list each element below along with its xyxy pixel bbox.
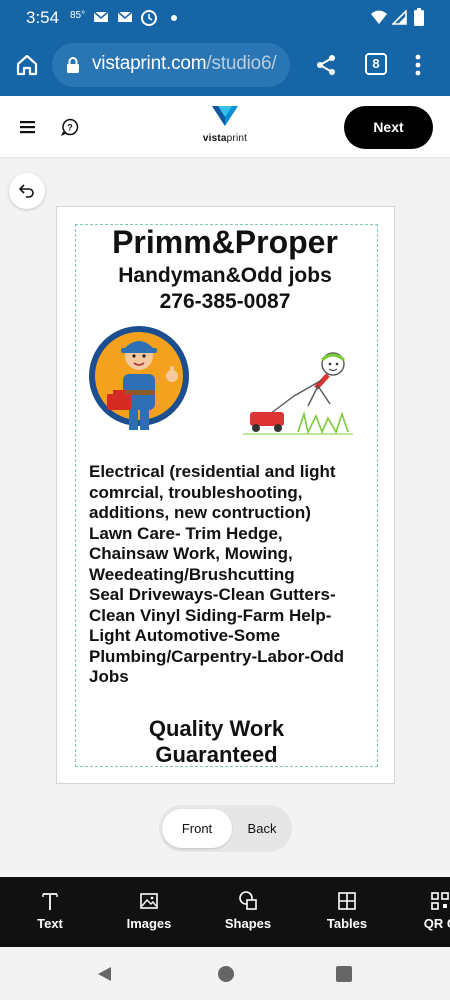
toolbar-label: QR C [423, 916, 450, 931]
help-icon[interactable]: ? [61, 118, 79, 136]
business-name-text[interactable]: Primm&Proper [0, 224, 450, 261]
home-icon[interactable] [15, 53, 39, 77]
toolbar-tables-button[interactable]: Tables [307, 877, 387, 947]
table-icon [338, 892, 356, 910]
recents-nav-icon[interactable] [335, 965, 353, 983]
services-line: Weedeating/Brushcutting [89, 564, 295, 584]
url-path: /studio6/ [206, 53, 277, 74]
text-icon [42, 893, 58, 910]
back-nav-icon[interactable] [95, 965, 113, 983]
system-nav-bar [0, 947, 450, 1000]
vistaprint-wordmark: vistaprint [190, 133, 260, 144]
editor-header: ? vistaprint Next [0, 96, 450, 158]
front-side-button[interactable]: Front [162, 809, 232, 848]
status-time: 3:54 [26, 8, 60, 27]
quality-guarantee-text[interactable]: Quality Work Guaranteed [0, 716, 433, 768]
services-line: Seal Driveways-Clean Gutters- [89, 585, 336, 604]
battery-icon [414, 8, 424, 26]
vistaprint-logo-icon [212, 106, 238, 126]
quality-line-2: Guaranteed [155, 742, 278, 767]
toolbar-label: Tables [326, 916, 368, 931]
status-temperature: 85° [70, 10, 86, 21]
cell-signal-icon [392, 10, 407, 25]
home-nav-icon[interactable] [216, 964, 236, 984]
toolbar-label: Text [37, 916, 63, 931]
services-line: additions, new contruction) [89, 503, 311, 522]
next-button[interactable]: Next [344, 106, 433, 149]
lawn-mower-image[interactable] [238, 344, 358, 444]
more-menu-icon[interactable] [413, 53, 423, 77]
toolbar-label: Shapes [224, 916, 272, 931]
hamburger-menu-icon[interactable] [20, 120, 36, 134]
toolbar-shapes-button[interactable]: Shapes [208, 877, 288, 947]
services-line: Plumbing/Carpentry-Labor-Odd [89, 646, 344, 666]
back-side-button[interactable]: Back [235, 809, 289, 848]
qr-code-icon [431, 892, 449, 910]
toolbar-qr-code-button[interactable]: QR C [400, 877, 450, 947]
address-url: vistaprint.com/studio6/ [92, 53, 277, 75]
clock-icon [141, 10, 157, 26]
toolbar-images-button[interactable]: Images [109, 877, 189, 947]
services-line: Clean Vinyl Siding-Farm Help- [89, 605, 332, 625]
image-icon [140, 893, 158, 909]
toolbar-label: Images [126, 916, 172, 931]
wifi-icon [371, 10, 387, 24]
handyman-image[interactable] [79, 316, 199, 436]
address-bar[interactable]: vistaprint.com/studio6/ [52, 43, 290, 87]
lock-icon [67, 57, 79, 73]
mail-icon [93, 11, 109, 22]
url-host: vistaprint.com [92, 53, 207, 74]
services-line: Chainsaw Work, Mowing, [89, 544, 293, 563]
phone-number-text[interactable]: 276-385-0087 [0, 290, 450, 314]
mail-icon-2 [117, 11, 133, 22]
services-line: Lawn Care- Trim Hedge, [89, 523, 283, 543]
logo-text-rest: print [226, 133, 248, 144]
undo-button[interactable] [9, 173, 45, 209]
services-line: Jobs [89, 667, 129, 686]
quality-line-1: Quality Work [148, 716, 285, 741]
browser-toolbar: vistaprint.com/studio6/ 8 [0, 36, 450, 96]
services-line: comrcial, troubleshooting, [89, 482, 303, 502]
side-toggle: Front Back [159, 805, 292, 852]
services-line: Light Automotive-Some [89, 626, 281, 645]
share-icon[interactable] [314, 53, 338, 77]
editor-toolbar: Text Images Shapes Tables QR C [0, 877, 450, 947]
status-bar: 3:54 85° [0, 0, 450, 36]
vistaprint-logo[interactable]: vistaprint [190, 104, 260, 144]
services-text[interactable]: Electrical (residential and light comrci… [89, 462, 364, 688]
svg-text:?: ? [67, 123, 73, 133]
business-subtitle-text[interactable]: Handyman&Odd jobs [0, 264, 450, 288]
toolbar-text-button[interactable]: Text [10, 877, 90, 947]
logo-text-bold: vista [202, 133, 227, 144]
tab-switcher-button[interactable]: 8 [365, 53, 387, 75]
undo-icon [19, 184, 34, 198]
services-line: Electrical (residential and light [89, 462, 336, 481]
shapes-icon [239, 891, 257, 910]
notification-dot-icon [171, 15, 177, 21]
